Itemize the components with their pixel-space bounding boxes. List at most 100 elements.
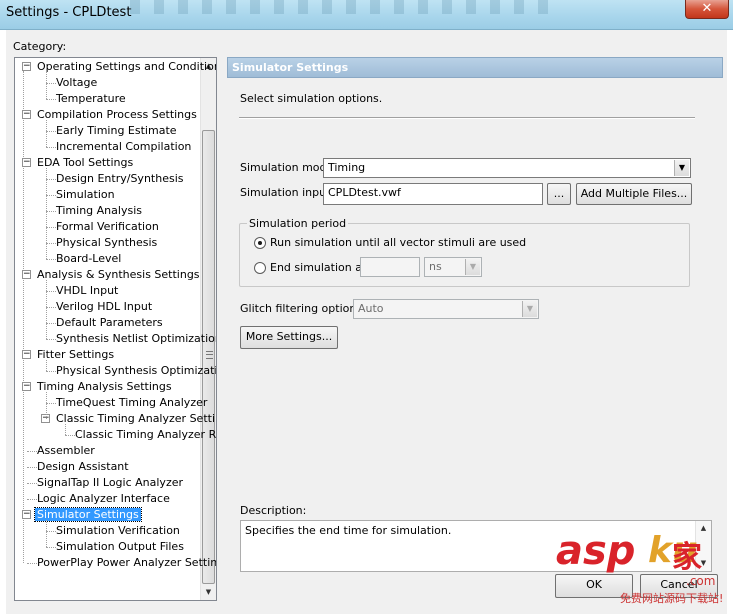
tree-item[interactable]: EDA Tool Settings bbox=[35, 155, 135, 171]
scroll-up-arrow-icon[interactable]: ▲ bbox=[696, 521, 711, 535]
tree-item[interactable]: Assembler bbox=[35, 443, 97, 459]
end-time-unit-select[interactable]: ns ▼ bbox=[424, 257, 482, 277]
tree-item[interactable]: Simulator Settings bbox=[34, 507, 142, 523]
run-until-label[interactable]: Run simulation until all vector stimuli … bbox=[270, 236, 526, 250]
collapse-toggle-icon[interactable]: − bbox=[22, 510, 31, 519]
tree-item-label: Compilation Process Settings bbox=[37, 108, 197, 121]
tree-item[interactable]: Classic Timing Analyzer Settings bbox=[54, 411, 216, 427]
simulation-input-field[interactable]: CPLDtest.vwf bbox=[323, 183, 543, 205]
tree-item-label: Default Parameters bbox=[56, 316, 163, 329]
tree-item-label: Physical Synthesis Optimizations bbox=[56, 364, 216, 377]
tree-guide bbox=[46, 72, 47, 99]
tree-item[interactable]: Compilation Process Settings bbox=[35, 107, 199, 123]
tree-connector bbox=[46, 99, 56, 100]
tree-item-label: Early Timing Estimate bbox=[56, 124, 177, 137]
tree-item-label: Simulation Output Files bbox=[56, 540, 184, 553]
tree-item-label: Incremental Compilation bbox=[56, 140, 192, 153]
tree-item[interactable]: Design Entry/Synthesis bbox=[54, 171, 185, 187]
tree-item[interactable]: Incremental Compilation bbox=[54, 139, 193, 155]
tree-item[interactable]: Analysis & Synthesis Settings bbox=[35, 267, 202, 283]
tree-item-label: Simulator Settings bbox=[34, 507, 142, 522]
collapse-toggle-icon[interactable]: − bbox=[22, 158, 31, 167]
tree-item[interactable]: Fitter Settings bbox=[35, 347, 116, 363]
tree-connector bbox=[46, 211, 56, 212]
simulation-period-group bbox=[239, 223, 690, 287]
chevron-down-icon[interactable]: ▼ bbox=[522, 301, 537, 317]
tree-item[interactable]: Physical Synthesis Optimizations bbox=[54, 363, 216, 379]
tree-item-label: Simulation bbox=[56, 188, 115, 201]
browse-button[interactable]: ... bbox=[547, 183, 571, 205]
tree-item[interactable]: TimeQuest Timing Analyzer bbox=[54, 395, 209, 411]
tree-item[interactable]: SignalTap II Logic Analyzer bbox=[35, 475, 185, 491]
tree-item[interactable]: Design Assistant bbox=[35, 459, 131, 475]
tree-item[interactable]: Board-Level bbox=[54, 251, 123, 267]
tree-item-label: Fitter Settings bbox=[37, 348, 115, 361]
run-until-radio[interactable] bbox=[254, 237, 266, 249]
window-title: Settings - CPLDtest bbox=[6, 5, 132, 20]
tree-item[interactable]: Timing Analysis bbox=[54, 203, 144, 219]
glitch-filtering-select[interactable]: Auto ▼ bbox=[353, 299, 539, 319]
tree-item[interactable]: Operating Settings and Conditions bbox=[35, 59, 216, 75]
tree-item[interactable]: Simulation Verification bbox=[54, 523, 182, 539]
category-tree[interactable]: ▲ ▼ Operating Settings and Conditions − Vo… bbox=[14, 57, 217, 601]
tree-item[interactable]: Synthesis Netlist Optimizations bbox=[54, 331, 216, 347]
tree-item-label: Design Assistant bbox=[37, 460, 129, 473]
tree-connector bbox=[46, 259, 56, 260]
tree-guide bbox=[46, 168, 47, 259]
title-bar[interactable]: Settings - CPLDtest ✕ bbox=[0, 0, 733, 30]
tree-guide bbox=[46, 120, 47, 147]
tree-item-label: Timing Analysis Settings bbox=[37, 380, 172, 393]
tree-item-label: VHDL Input bbox=[56, 284, 119, 297]
tree-item[interactable]: PowerPlay Power Analyzer Settings bbox=[35, 555, 216, 571]
tree-item-label: Classic Timing Analyzer Reports bbox=[75, 428, 216, 441]
tree-item[interactable]: Timing Analysis Settings bbox=[35, 379, 174, 395]
scroll-down-arrow-icon[interactable]: ▼ bbox=[696, 556, 711, 570]
end-at-label[interactable]: End simulation at: bbox=[270, 261, 370, 275]
dialog-client: Category: ▲ ▼ Operating Settings and Con… bbox=[6, 30, 727, 614]
cancel-button[interactable]: Cancel bbox=[640, 574, 718, 598]
tree-item[interactable]: Simulation Output Files bbox=[54, 539, 186, 555]
simulation-input-label: Simulation input: bbox=[240, 186, 335, 199]
description-scrollbar[interactable]: ▲ ▼ bbox=[695, 521, 711, 571]
collapse-toggle-icon[interactable]: − bbox=[22, 270, 31, 279]
tree-item[interactable]: Formal Verification bbox=[54, 219, 161, 235]
tree-connector bbox=[46, 147, 56, 148]
end-at-radio[interactable] bbox=[254, 262, 266, 274]
more-settings-button[interactable]: More Settings... bbox=[240, 326, 338, 349]
tree-item-label: Analysis & Synthesis Settings bbox=[37, 268, 200, 281]
tree-item[interactable]: Logic Analyzer Interface bbox=[35, 491, 172, 507]
scrollbar-thumb[interactable] bbox=[202, 130, 215, 584]
tree-item[interactable]: Voltage bbox=[54, 75, 99, 91]
scroll-down-arrow-icon[interactable]: ▼ bbox=[201, 584, 216, 600]
chevron-down-icon[interactable]: ▼ bbox=[674, 160, 689, 176]
panel-intro: Select simulation options. bbox=[240, 92, 383, 105]
simulation-mode-select[interactable]: Timing ▼ bbox=[323, 158, 691, 178]
tree-item[interactable]: Physical Synthesis bbox=[54, 235, 159, 251]
end-time-field[interactable] bbox=[360, 257, 420, 277]
tree-item[interactable]: Temperature bbox=[54, 91, 128, 107]
tree-connector bbox=[46, 403, 56, 404]
add-multiple-files-button[interactable]: Add Multiple Files... bbox=[576, 183, 692, 205]
tree-item[interactable]: Simulation bbox=[54, 187, 117, 203]
collapse-toggle-icon[interactable]: − bbox=[22, 62, 31, 71]
tree-connector bbox=[46, 323, 56, 324]
tree-connector bbox=[46, 179, 56, 180]
grip-icon bbox=[206, 351, 213, 359]
simulation-input-value: CPLDtest.vwf bbox=[328, 186, 401, 199]
collapse-toggle-icon[interactable]: − bbox=[22, 382, 31, 391]
settings-panel: Simulator Settings Select simulation opt… bbox=[227, 57, 723, 577]
tree-item[interactable]: Default Parameters bbox=[54, 315, 165, 331]
tree-item[interactable]: Verilog HDL Input bbox=[54, 299, 154, 315]
tree-item[interactable]: VHDL Input bbox=[54, 283, 120, 299]
collapse-toggle-icon[interactable]: − bbox=[22, 110, 31, 119]
panel-header: Simulator Settings bbox=[227, 57, 723, 78]
tree-item-label: Formal Verification bbox=[56, 220, 159, 233]
chevron-down-icon[interactable]: ▼ bbox=[465, 259, 480, 275]
ok-button[interactable]: OK bbox=[555, 574, 633, 598]
close-button[interactable]: ✕ bbox=[685, 0, 729, 19]
collapse-toggle-icon[interactable]: − bbox=[22, 350, 31, 359]
tree-item[interactable]: Early Timing Estimate bbox=[54, 123, 179, 139]
tree-scrollbar[interactable]: ▲ ▼ bbox=[200, 58, 216, 600]
tree-item[interactable]: Classic Timing Analyzer Reports bbox=[73, 427, 216, 443]
tree-connector bbox=[46, 227, 56, 228]
